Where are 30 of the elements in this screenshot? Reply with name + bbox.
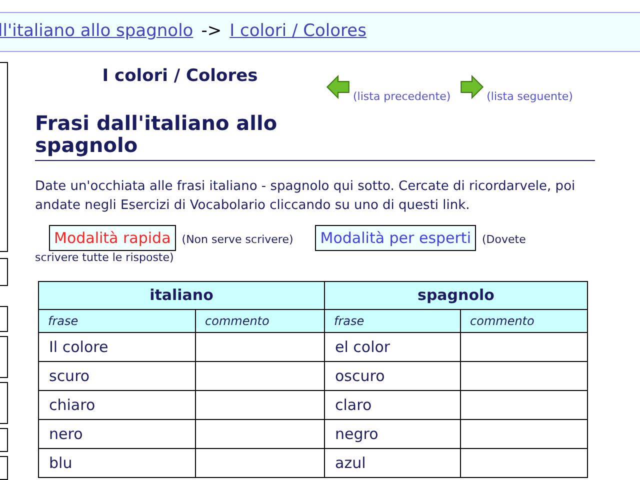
language-header: spagnolo xyxy=(324,282,588,310)
mode-note: (Dovete xyxy=(482,233,526,246)
table-cell: negro xyxy=(324,420,460,448)
mode-button[interactable]: Modalità rapida xyxy=(49,225,176,251)
table-cell: azul xyxy=(324,448,460,478)
table-cell: Il colore xyxy=(38,332,196,362)
right-arrow-icon[interactable] xyxy=(458,74,485,100)
intro-paragraph: Date un'occhiata alle frasi italiano - spagnolo qui sotto. Cercate di ricordarvele, poi andate negli Esercizi di Vocabolario cliccando su uno di questi link. xyxy=(35,178,576,215)
table-cell: claro xyxy=(324,390,460,420)
mode-note: scrivere tutte le risposte) xyxy=(35,251,174,265)
previous-list-link[interactable]: (lista precedente) xyxy=(353,91,451,102)
column-header: commento xyxy=(460,310,588,332)
mode-button[interactable]: Modalità per esperti xyxy=(315,225,476,251)
mode-note: (Non serve scrivere) xyxy=(182,233,294,246)
language-header: italiano xyxy=(38,282,324,310)
left-arrow-icon[interactable] xyxy=(325,74,351,100)
page-heading: Frasi dall'italiano allo spagnolo xyxy=(35,112,278,156)
column-header: commento xyxy=(196,310,324,332)
table-cell: blu xyxy=(38,448,196,478)
table-cell: scuro xyxy=(38,362,196,390)
column-header: frase xyxy=(38,310,196,332)
column-header: frase xyxy=(324,310,460,332)
table-cell: nero xyxy=(38,420,196,448)
breadcrumb-separator: -> xyxy=(201,20,222,44)
list-title: I colori / Colores xyxy=(101,65,259,88)
table-cell: el color xyxy=(324,332,460,362)
table-cell: oscuro xyxy=(324,362,460,390)
breadcrumb-link[interactable]: I colori / Colores xyxy=(230,19,366,45)
next-list-link[interactable]: (lista seguente) xyxy=(486,91,573,102)
table-cell: chiaro xyxy=(38,390,196,420)
